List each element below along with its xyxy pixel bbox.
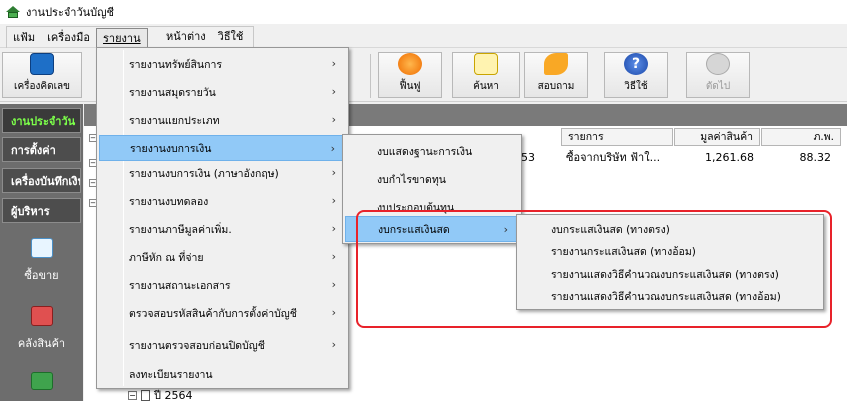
buy-sell-label: ซื้อขาย xyxy=(24,269,59,282)
help-icon: ? xyxy=(624,53,648,75)
menu-item-pre-closing-check[interactable]: รายงานตรวจสอบก่อนปิดบัญชี › xyxy=(99,332,346,358)
menu-item-label: รายงานสมุดรายวัน xyxy=(129,86,216,99)
menu-help[interactable]: วิธีใช้ xyxy=(212,27,250,47)
sidebar-buy-sell-button[interactable]: ซื้อขาย xyxy=(2,232,81,290)
menu-item-trial-balance[interactable]: รายงานงบทดลอง › xyxy=(99,188,346,214)
menu-tools[interactable]: เครื่องมือ xyxy=(41,28,96,48)
reports-menu: รายงานทรัพย์สินการ › รายงานสมุดรายวัน › รา… xyxy=(96,47,349,389)
menu-item-financial-statements-english[interactable]: รายงานงบการเงิน (ภาษาอังกฤษ) › xyxy=(99,160,346,186)
menu-reports[interactable]: รายงาน xyxy=(96,27,148,48)
help-label: วิธีใช้ xyxy=(624,81,648,92)
menu-item-label: รายงานทรัพย์สินการ xyxy=(129,58,223,71)
column-header-description[interactable]: รายการ xyxy=(561,128,673,146)
sidebar-tab-settings[interactable]: การตั้งค่า xyxy=(2,137,81,162)
cell-description: ซื้อจากบริษัท ฟ้าใ... xyxy=(566,151,661,164)
sidebar-warehouse-button[interactable]: คลังสินค้า xyxy=(2,300,81,358)
inquiry-label: สอบถาม xyxy=(537,81,575,92)
chevron-right-icon: › xyxy=(331,85,336,98)
menu-bar: แฟ้ม เครื่องมือ รายงาน หน้าต่าง วิธีใช้ xyxy=(0,26,847,48)
tree-expander[interactable]: − xyxy=(128,390,137,400)
cell-value: 1,261.68 xyxy=(705,151,754,164)
app-home-icon xyxy=(6,6,20,18)
column-header-vat[interactable]: ภ.พ. xyxy=(761,128,841,146)
search-label: ค้นหา xyxy=(473,81,499,92)
phone-icon xyxy=(544,53,568,75)
warehouse-label: คลังสินค้า xyxy=(17,337,66,350)
menu-item-withholding-tax[interactable]: ภาษีหัก ณ ที่จ่าย › xyxy=(99,244,346,270)
menu-group-secondary: หน้าต่าง วิธีใช้ xyxy=(160,26,249,48)
folder-icon xyxy=(141,389,150,401)
chevron-right-icon: › xyxy=(331,338,336,351)
refresh-button[interactable]: ฟื้นฟู xyxy=(378,52,442,98)
chevron-right-icon: › xyxy=(331,166,336,179)
chevron-right-icon: › xyxy=(331,57,336,70)
menu-item-label: ภาษีหัก ณ ที่จ่าย xyxy=(129,251,204,264)
highlight-annotation-box xyxy=(356,210,832,328)
menu-item-vat-report[interactable]: รายงานภาษีมูลค่าเพิ่ม. › xyxy=(99,216,346,242)
next-label: ตัดไป xyxy=(705,81,731,92)
next-icon xyxy=(706,53,730,75)
menu-item-financial-statements[interactable]: รายงานงบการเงิน › xyxy=(99,135,346,161)
menu-item-label: งบแสดงฐานะการเงิน xyxy=(377,145,473,158)
menu-item-product-account-check[interactable]: ตรวจสอบรหัสสินค้ากับการตั้งค่าบัญชี › xyxy=(99,300,346,326)
calculator-label: เครื่องคิดเลข xyxy=(14,81,70,92)
cell-code: 53 xyxy=(521,151,535,164)
sidebar-tab-cash-register[interactable]: เครื่องบันทึกเงิน xyxy=(2,168,81,193)
chevron-right-icon: › xyxy=(331,194,336,207)
chevron-right-icon: › xyxy=(331,222,336,235)
menu-item-label: ลงทะเบียนรายงาน xyxy=(129,368,213,381)
menu-file[interactable]: แฟ้ม xyxy=(7,28,41,48)
chevron-right-icon: › xyxy=(330,142,335,155)
money-icon xyxy=(30,372,53,390)
toolbar-separator xyxy=(370,54,371,98)
menu-item-label: รายงานงบการเงิน (ภาษาอังกฤษ) xyxy=(129,167,279,180)
title-bar: งานประจำวันบัญชี xyxy=(0,0,847,24)
menu-item-label: รายงานสถานะเอกสาร xyxy=(129,279,231,292)
menu-item-label: รายงานตรวจสอบก่อนปิดบัญชี xyxy=(129,339,265,352)
inquiry-button[interactable]: สอบถาม xyxy=(524,52,588,98)
help-button[interactable]: ? วิธีใช้ xyxy=(604,52,668,98)
menu-item-label: รายงานงบทดลอง xyxy=(129,195,209,208)
refresh-icon xyxy=(398,53,422,75)
column-header-value[interactable]: มูลค่าสินค้า xyxy=(674,128,760,146)
menu-item-label: รายงานภาษีมูลค่าเพิ่ม. xyxy=(129,223,232,236)
menu-item-label: ตรวจสอบรหัสสินค้ากับการตั้งค่าบัญชี xyxy=(129,307,297,320)
search-icon xyxy=(474,53,498,75)
buy-sell-icon xyxy=(30,238,53,258)
warehouse-icon xyxy=(30,306,53,326)
menu-item-label: รายงานงบการเงิน xyxy=(130,142,212,155)
cell-vat: 88.32 xyxy=(799,151,832,164)
menu-item-document-status[interactable]: รายงานสถานะเอกสาร › xyxy=(99,272,346,298)
menu-item-asset-report[interactable]: รายงานทรัพย์สินการ › xyxy=(99,51,346,77)
menu-window[interactable]: หน้าต่าง xyxy=(160,27,212,47)
menu-item-balance-sheet[interactable]: งบแสดงฐานะการเงิน xyxy=(345,138,519,164)
menu-item-income-statement[interactable]: งบกำไรขาดทุน xyxy=(345,166,519,192)
search-button[interactable]: ค้นหา xyxy=(452,52,520,98)
chevron-right-icon: › xyxy=(331,250,336,263)
sidebar-tab-executive[interactable]: ผู้บริหาร xyxy=(2,198,81,223)
menu-item-label: รายงานแยกประเภท xyxy=(129,114,220,127)
next-button[interactable]: ตัดไป xyxy=(686,52,750,98)
menu-item-ledger-report[interactable]: รายงานแยกประเภท › xyxy=(99,107,346,133)
menu-item-label: งบกำไรขาดทุน xyxy=(377,173,446,186)
calculator-icon xyxy=(30,53,54,75)
refresh-label: ฟื้นฟู xyxy=(399,81,421,92)
chevron-right-icon: › xyxy=(331,278,336,291)
sidebar: งานประจำวัน การตั้งค่า เครื่องบันทึกเงิน… xyxy=(0,104,83,401)
sidebar-money-button[interactable] xyxy=(2,362,81,398)
window-title: งานประจำวันบัญชี xyxy=(26,6,115,19)
chevron-right-icon: › xyxy=(331,306,336,319)
calculator-button[interactable]: เครื่องคิดเลข xyxy=(2,52,82,98)
menu-item-register-report[interactable]: ลงทะเบียนรายงาน xyxy=(99,361,346,387)
menu-item-journal-report[interactable]: รายงานสมุดรายวัน › xyxy=(99,79,346,105)
sidebar-tab-daily[interactable]: งานประจำวัน xyxy=(2,108,81,133)
chevron-right-icon: › xyxy=(331,113,336,126)
